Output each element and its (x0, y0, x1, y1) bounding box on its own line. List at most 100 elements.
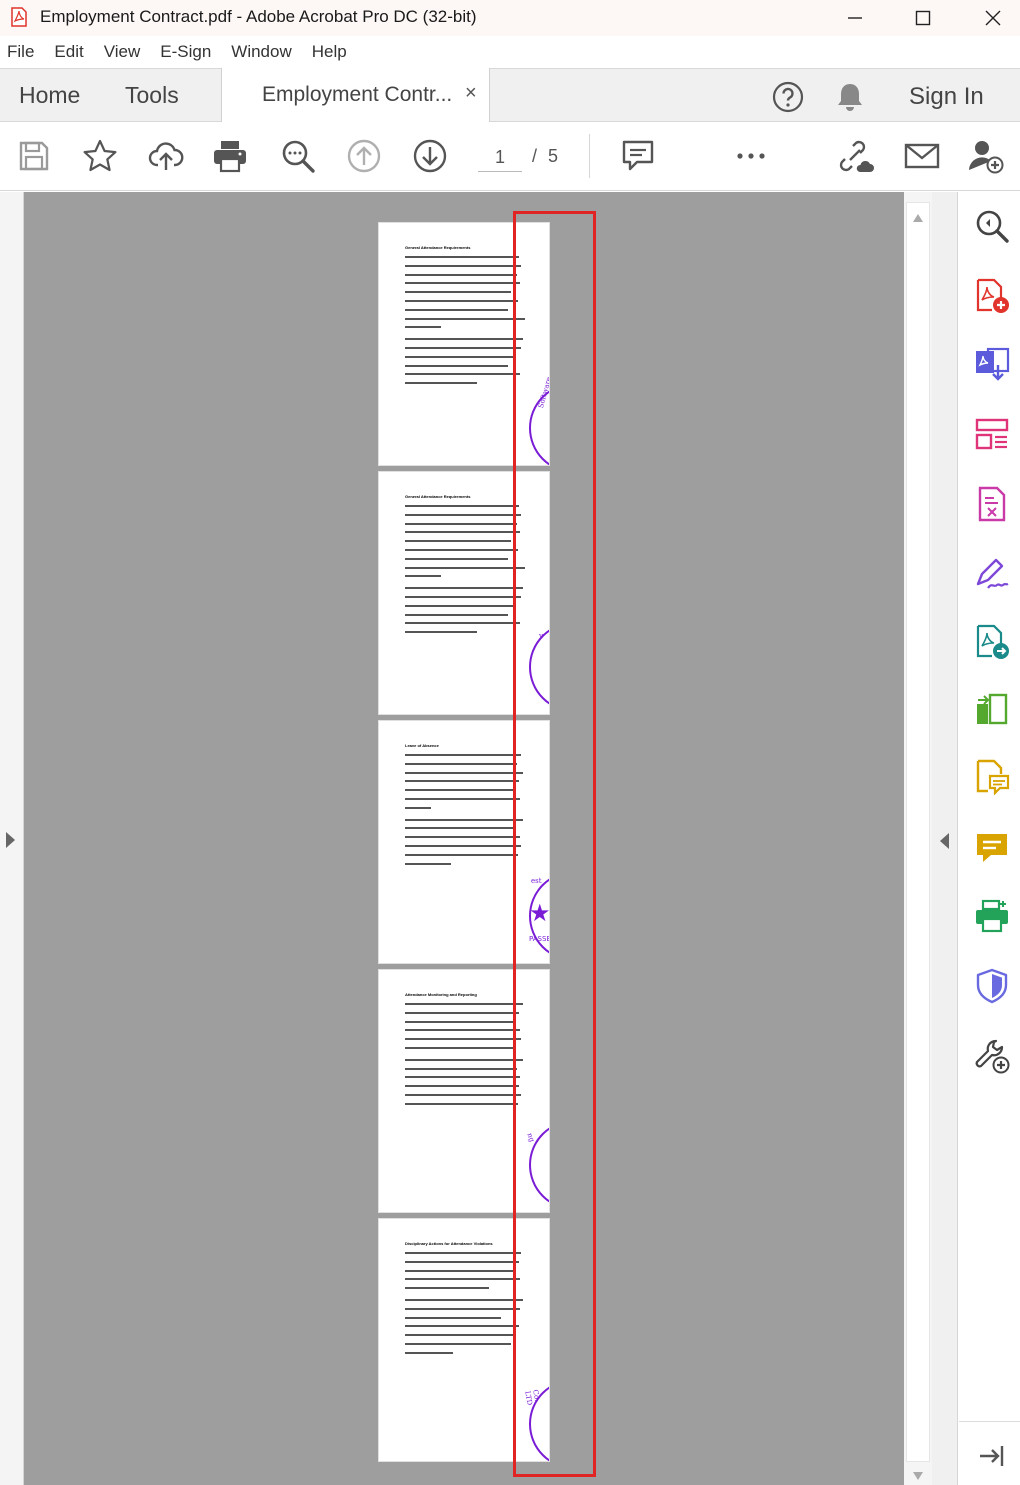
print-production-button[interactable] (974, 898, 1010, 934)
zoom-search-button[interactable] (280, 138, 316, 174)
tab-document-label: Employment Contr... (262, 83, 453, 106)
comment-document-icon (976, 759, 1010, 796)
tab-document[interactable]: Employment Contr... × (221, 68, 490, 123)
upload-cloud-button[interactable] (148, 138, 184, 174)
left-navigation-panel-toggle[interactable] (0, 192, 24, 1485)
vertical-scrollbar[interactable] (904, 192, 932, 1485)
minimize-button[interactable] (820, 0, 890, 36)
toolbar: 1 / 5 (0, 122, 1020, 191)
maximize-icon (915, 10, 931, 26)
tools-pane-divider (959, 1421, 1020, 1422)
star-icon (83, 139, 117, 172)
page-heading: Disciplinary Actions for Attendance Viol… (405, 1241, 493, 1246)
envelope-icon (904, 143, 940, 169)
menu-window[interactable]: Window (231, 42, 291, 62)
notification-bell-icon[interactable] (835, 81, 865, 113)
cloud-upload-icon (148, 142, 184, 170)
protect-button[interactable] (974, 968, 1010, 1004)
close-icon (985, 10, 1001, 26)
more-dots-icon (737, 153, 765, 159)
next-page-button[interactable] (412, 138, 448, 174)
comment-icon (977, 834, 1007, 862)
page-text-block (405, 505, 525, 640)
zoom-search-icon (282, 140, 315, 173)
comment-tool-button[interactable] (974, 759, 1010, 796)
email-button[interactable] (904, 138, 940, 174)
previous-page-button[interactable] (346, 138, 382, 174)
edit-pdf-button[interactable] (974, 486, 1010, 522)
organize-pages-icon (975, 418, 1009, 450)
page-text-block (405, 256, 525, 391)
wrench-add-icon (975, 1039, 1010, 1074)
scroll-down-icon[interactable] (913, 1472, 923, 1480)
comment-button[interactable] (620, 138, 656, 174)
acrobat-icon (11, 7, 27, 27)
collapse-tools-pane-button[interactable] (974, 1438, 1010, 1474)
tools-pane (959, 192, 1020, 1485)
page-separator: / (532, 146, 538, 166)
tab-tools[interactable]: Tools (125, 82, 179, 109)
collapse-right-pane-icon (940, 833, 949, 849)
share-link-button[interactable] (838, 138, 874, 174)
sign-in-button[interactable]: Sign In (909, 83, 984, 111)
more-tools-button[interactable] (733, 138, 769, 174)
collapse-panel-icon (980, 1446, 1004, 1466)
compare-files-button[interactable] (974, 692, 1010, 728)
menu-edit[interactable]: Edit (54, 42, 83, 62)
expand-left-panel-icon (6, 832, 15, 848)
print-production-icon (976, 899, 1008, 933)
close-window-button[interactable] (958, 0, 1020, 36)
zoom-search-icon (976, 210, 1009, 243)
page-heading: General Attendance Requirements (405, 245, 471, 250)
window-title: Employment Contract.pdf - Adobe Acrobat … (40, 7, 477, 26)
save-button[interactable] (16, 138, 52, 174)
printer-icon (214, 141, 246, 173)
page-text-block (405, 1003, 525, 1112)
page-text-block (405, 754, 525, 871)
minimize-icon (848, 17, 862, 19)
page-heading: Attendance Monitoring and Reporting (405, 992, 477, 997)
arrow-up-circle-icon (347, 139, 381, 173)
add-user-button[interactable] (968, 138, 1004, 174)
fill-sign-icon (976, 558, 1009, 589)
edit-pdf-icon (978, 486, 1006, 522)
send-for-signature-button[interactable] (974, 624, 1010, 660)
export-pdf-icon (976, 347, 1010, 381)
right-pane-toggle[interactable] (932, 192, 958, 1485)
create-pdf-icon (976, 278, 1009, 313)
maximize-button[interactable] (888, 0, 958, 36)
send-document-icon (976, 624, 1009, 659)
tab-bar: Home Tools Employment Contr... × Sign In (0, 68, 1020, 123)
menu-help[interactable]: Help (312, 42, 347, 62)
shield-icon (976, 968, 1008, 1004)
menu-esign[interactable]: E-Sign (160, 42, 211, 62)
comment-icon (622, 140, 654, 171)
page-heading: General Attendance Requirements (405, 494, 471, 499)
menu-view[interactable]: View (104, 42, 141, 62)
search-tools-button[interactable] (974, 208, 1010, 244)
scroll-up-icon[interactable] (913, 214, 923, 222)
help-icon[interactable] (772, 81, 804, 113)
link-cloud-icon (839, 140, 874, 172)
toolbar-divider (589, 134, 590, 178)
highlight-annotation-box (513, 211, 596, 1477)
tab-close-button[interactable]: × (465, 82, 477, 105)
organize-pages-button[interactable] (974, 416, 1010, 452)
bookmark-star-button[interactable] (82, 138, 118, 174)
tab-home[interactable]: Home (19, 82, 80, 109)
page-text-block (405, 1252, 525, 1361)
print-button[interactable] (212, 138, 248, 174)
document-view[interactable]: General Attendance Requirements Software… (24, 192, 904, 1485)
fill-sign-button[interactable] (974, 556, 1010, 592)
compare-files-icon (977, 693, 1008, 725)
page-number-input[interactable]: 1 (478, 142, 522, 172)
page-total: 5 (548, 146, 559, 166)
export-pdf-button[interactable] (974, 347, 1010, 383)
arrow-down-circle-icon (413, 139, 447, 173)
scrollbar-thumb[interactable] (906, 202, 930, 1462)
comment-pane-button[interactable] (974, 830, 1010, 866)
create-pdf-button[interactable] (974, 278, 1010, 314)
page-heading: Leave of Absence (405, 743, 439, 748)
menu-file[interactable]: File (7, 42, 34, 62)
more-tools-button[interactable] (974, 1038, 1010, 1074)
